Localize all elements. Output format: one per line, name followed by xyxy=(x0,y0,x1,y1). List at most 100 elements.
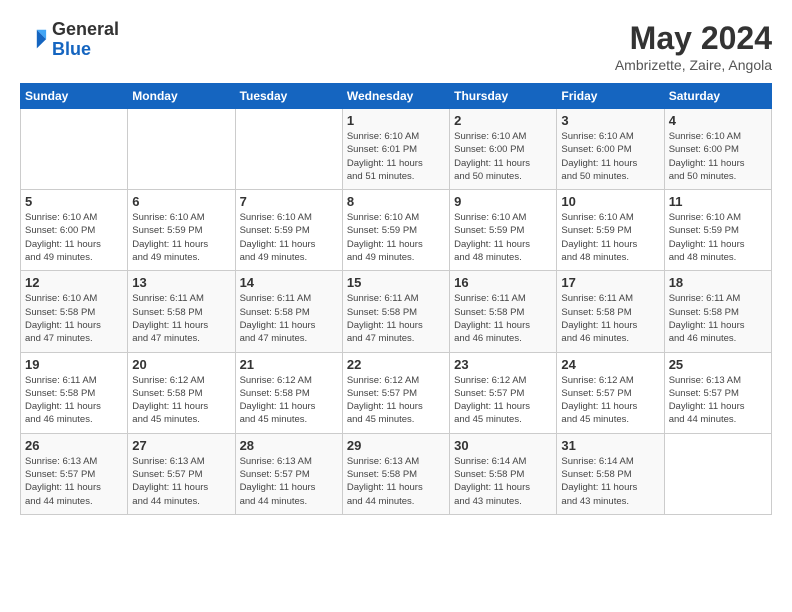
calendar-cell: 14 Sunrise: 6:11 AM Sunset: 5:58 PM Dayli… xyxy=(235,271,342,352)
day-number: 22 xyxy=(347,357,445,372)
day-number: 15 xyxy=(347,275,445,290)
col-tuesday: Tuesday xyxy=(235,84,342,109)
day-info: Sunrise: 6:10 AM Sunset: 5:58 PM Dayligh… xyxy=(25,292,123,345)
day-number: 8 xyxy=(347,194,445,209)
day-info: Sunrise: 6:10 AM Sunset: 6:00 PM Dayligh… xyxy=(561,130,659,183)
location-subtitle: Ambrizette, Zaire, Angola xyxy=(615,57,772,73)
calendar-cell: 21 Sunrise: 6:12 AM Sunset: 5:58 PM Dayli… xyxy=(235,352,342,433)
col-friday: Friday xyxy=(557,84,664,109)
day-info: Sunrise: 6:12 AM Sunset: 5:57 PM Dayligh… xyxy=(561,374,659,427)
col-thursday: Thursday xyxy=(450,84,557,109)
calendar-cell: 8 Sunrise: 6:10 AM Sunset: 5:59 PM Daylig… xyxy=(342,190,449,271)
day-info: Sunrise: 6:13 AM Sunset: 5:57 PM Dayligh… xyxy=(25,455,123,508)
logo: General Blue xyxy=(20,20,119,60)
calendar-cell xyxy=(21,109,128,190)
day-number: 19 xyxy=(25,357,123,372)
day-info: Sunrise: 6:10 AM Sunset: 6:00 PM Dayligh… xyxy=(25,211,123,264)
day-number: 9 xyxy=(454,194,552,209)
calendar-cell xyxy=(664,433,771,514)
calendar-cell: 27Sunrise: 6:13 AM Sunset: 5:57 PM Dayli… xyxy=(128,433,235,514)
day-info: Sunrise: 6:12 AM Sunset: 5:58 PM Dayligh… xyxy=(240,374,338,427)
day-info: Sunrise: 6:10 AM Sunset: 5:59 PM Dayligh… xyxy=(669,211,767,264)
day-number: 26 xyxy=(25,438,123,453)
day-number: 13 xyxy=(132,275,230,290)
day-info: Sunrise: 6:10 AM Sunset: 6:00 PM Dayligh… xyxy=(669,130,767,183)
calendar-body: 1 Sunrise: 6:10 AM Sunset: 6:01 PM Daylig… xyxy=(21,109,772,515)
day-number: 29 xyxy=(347,438,445,453)
day-info: Sunrise: 6:12 AM Sunset: 5:57 PM Dayligh… xyxy=(347,374,445,427)
header-row: Sunday Monday Tuesday Wednesday Thursday… xyxy=(21,84,772,109)
day-info: Sunrise: 6:10 AM Sunset: 5:59 PM Dayligh… xyxy=(240,211,338,264)
calendar-week-row: 5Sunrise: 6:10 AM Sunset: 6:00 PM Daylig… xyxy=(21,190,772,271)
day-number: 10 xyxy=(561,194,659,209)
day-number: 12 xyxy=(25,275,123,290)
calendar-cell: 10Sunrise: 6:10 AM Sunset: 5:59 PM Dayli… xyxy=(557,190,664,271)
logo-general-text: General xyxy=(52,20,119,40)
calendar-cell xyxy=(235,109,342,190)
logo-icon xyxy=(20,26,48,54)
day-number: 18 xyxy=(669,275,767,290)
day-number: 2 xyxy=(454,113,552,128)
calendar-cell: 9Sunrise: 6:10 AM Sunset: 5:59 PM Daylig… xyxy=(450,190,557,271)
day-number: 7 xyxy=(240,194,338,209)
day-number: 27 xyxy=(132,438,230,453)
day-info: Sunrise: 6:11 AM Sunset: 5:58 PM Dayligh… xyxy=(347,292,445,345)
calendar-cell: 29Sunrise: 6:13 AM Sunset: 5:58 PM Dayli… xyxy=(342,433,449,514)
day-info: Sunrise: 6:13 AM Sunset: 5:57 PM Dayligh… xyxy=(669,374,767,427)
calendar-cell: 20 Sunrise: 6:12 AM Sunset: 5:58 PM Dayli… xyxy=(128,352,235,433)
day-info: Sunrise: 6:11 AM Sunset: 5:58 PM Dayligh… xyxy=(240,292,338,345)
day-number: 6 xyxy=(132,194,230,209)
day-number: 30 xyxy=(454,438,552,453)
calendar-cell xyxy=(128,109,235,190)
day-number: 11 xyxy=(669,194,767,209)
day-info: Sunrise: 6:12 AM Sunset: 5:57 PM Dayligh… xyxy=(454,374,552,427)
calendar-week-row: 12 Sunrise: 6:10 AM Sunset: 5:58 PM Dayli… xyxy=(21,271,772,352)
calendar-cell: 3 Sunrise: 6:10 AM Sunset: 6:00 PM Daylig… xyxy=(557,109,664,190)
day-number: 31 xyxy=(561,438,659,453)
calendar-cell: 5Sunrise: 6:10 AM Sunset: 6:00 PM Daylig… xyxy=(21,190,128,271)
calendar-cell: 26 Sunrise: 6:13 AM Sunset: 5:57 PM Dayli… xyxy=(21,433,128,514)
calendar-cell: 17Sunrise: 6:11 AM Sunset: 5:58 PM Dayli… xyxy=(557,271,664,352)
day-info: Sunrise: 6:11 AM Sunset: 5:58 PM Dayligh… xyxy=(561,292,659,345)
calendar-cell: 19 Sunrise: 6:11 AM Sunset: 5:58 PM Dayli… xyxy=(21,352,128,433)
calendar-week-row: 1 Sunrise: 6:10 AM Sunset: 6:01 PM Daylig… xyxy=(21,109,772,190)
day-info: Sunrise: 6:14 AM Sunset: 5:58 PM Dayligh… xyxy=(561,455,659,508)
day-info: Sunrise: 6:12 AM Sunset: 5:58 PM Dayligh… xyxy=(132,374,230,427)
day-number: 1 xyxy=(347,113,445,128)
day-info: Sunrise: 6:10 AM Sunset: 6:00 PM Dayligh… xyxy=(454,130,552,183)
day-number: 16 xyxy=(454,275,552,290)
day-info: Sunrise: 6:10 AM Sunset: 5:59 PM Dayligh… xyxy=(132,211,230,264)
calendar-cell: 11 Sunrise: 6:10 AM Sunset: 5:59 PM Dayli… xyxy=(664,190,771,271)
day-info: Sunrise: 6:11 AM Sunset: 5:58 PM Dayligh… xyxy=(454,292,552,345)
day-info: Sunrise: 6:11 AM Sunset: 5:58 PM Dayligh… xyxy=(25,374,123,427)
calendar-cell: 25Sunrise: 6:13 AM Sunset: 5:57 PM Dayli… xyxy=(664,352,771,433)
header: General Blue May 2024 Ambrizette, Zaire,… xyxy=(20,20,772,73)
col-monday: Monday xyxy=(128,84,235,109)
calendar-cell: 1 Sunrise: 6:10 AM Sunset: 6:01 PM Daylig… xyxy=(342,109,449,190)
day-number: 24 xyxy=(561,357,659,372)
day-number: 3 xyxy=(561,113,659,128)
day-info: Sunrise: 6:11 AM Sunset: 5:58 PM Dayligh… xyxy=(132,292,230,345)
calendar-week-row: 26 Sunrise: 6:13 AM Sunset: 5:57 PM Dayli… xyxy=(21,433,772,514)
col-saturday: Saturday xyxy=(664,84,771,109)
day-number: 28 xyxy=(240,438,338,453)
calendar-cell: 16 Sunrise: 6:11 AM Sunset: 5:58 PM Dayli… xyxy=(450,271,557,352)
day-number: 20 xyxy=(132,357,230,372)
logo-blue-text: Blue xyxy=(52,40,119,60)
calendar-cell: 6 Sunrise: 6:10 AM Sunset: 5:59 PM Daylig… xyxy=(128,190,235,271)
calendar-cell: 18Sunrise: 6:11 AM Sunset: 5:58 PM Dayli… xyxy=(664,271,771,352)
calendar-cell: 15 Sunrise: 6:11 AM Sunset: 5:58 PM Dayli… xyxy=(342,271,449,352)
day-info: Sunrise: 6:10 AM Sunset: 6:01 PM Dayligh… xyxy=(347,130,445,183)
calendar-header: Sunday Monday Tuesday Wednesday Thursday… xyxy=(21,84,772,109)
col-wednesday: Wednesday xyxy=(342,84,449,109)
day-number: 4 xyxy=(669,113,767,128)
calendar-cell: 24 Sunrise: 6:12 AM Sunset: 5:57 PM Dayli… xyxy=(557,352,664,433)
day-number: 23 xyxy=(454,357,552,372)
title-block: May 2024 Ambrizette, Zaire, Angola xyxy=(615,20,772,73)
calendar-cell: 12 Sunrise: 6:10 AM Sunset: 5:58 PM Dayli… xyxy=(21,271,128,352)
day-number: 14 xyxy=(240,275,338,290)
calendar-cell: 7 Sunrise: 6:10 AM Sunset: 5:59 PM Daylig… xyxy=(235,190,342,271)
day-info: Sunrise: 6:10 AM Sunset: 5:59 PM Dayligh… xyxy=(347,211,445,264)
page-container: General Blue May 2024 Ambrizette, Zaire,… xyxy=(20,20,772,515)
day-number: 21 xyxy=(240,357,338,372)
